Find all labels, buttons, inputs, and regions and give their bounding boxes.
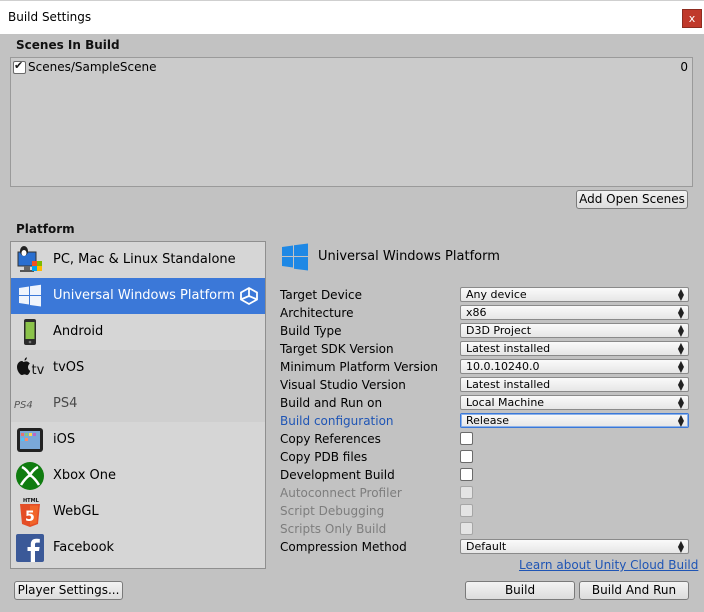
dropdown-arrows-icon: ▲ ▼ <box>677 305 684 320</box>
development-build-checkbox[interactable] <box>460 468 473 481</box>
windows-icon <box>19 284 41 307</box>
player-settings-button[interactable]: Player Settings... <box>14 581 123 600</box>
min-platform-version-label: Minimum Platform Version <box>280 360 438 374</box>
dropdown-arrows-icon: ▲ ▼ <box>677 359 684 374</box>
tvos-icon: tv <box>17 357 45 378</box>
platform-item-ios[interactable]: iOS <box>11 422 265 458</box>
autoconnect-profiler-label: Autoconnect Profiler <box>280 486 402 500</box>
xbox-icon <box>16 462 44 490</box>
platform-label: PS4 <box>53 396 78 411</box>
platform-label: tvOS <box>53 360 85 375</box>
target-sdk-label: Target SDK Version <box>280 342 394 356</box>
target-sdk-dropdown[interactable]: Latest installed ▲ ▼ <box>460 341 689 356</box>
copy-references-checkbox[interactable] <box>460 432 473 445</box>
scene-row[interactable]: Scenes/SampleScene 0 <box>13 59 690 76</box>
autoconnect-profiler-checkbox <box>460 486 473 499</box>
platform-label: Facebook <box>53 540 115 555</box>
html5-icon: HTML 5 <box>20 498 40 527</box>
compression-method-dropdown[interactable]: Default ▲ ▼ <box>460 539 689 554</box>
platform-item-uwp[interactable]: Universal Windows Platform <box>11 278 265 314</box>
build-and-run-button[interactable]: Build And Run <box>579 581 689 600</box>
dropdown-arrows-icon: ▲ ▼ <box>677 395 684 410</box>
scripts-only-build-label: Scripts Only Build <box>280 522 387 536</box>
window-title: Build Settings <box>8 10 92 24</box>
script-debugging-label: Script Debugging <box>280 504 385 518</box>
platform-item-ps4[interactable]: PS4 PS4 <box>11 386 265 422</box>
visual-studio-version-dropdown[interactable]: Latest installed ▲ ▼ <box>460 377 689 392</box>
dropdown-arrows-icon: ▲ ▼ <box>677 341 684 356</box>
windows-icon <box>282 243 308 271</box>
platform-item-standalone[interactable]: PC, Mac & Linux Standalone <box>11 242 265 278</box>
unity-logo-icon <box>240 286 258 306</box>
ps4-icon: PS4 <box>14 400 33 411</box>
platform-label: WebGL <box>53 504 99 519</box>
platform-label: Xbox One <box>53 468 117 483</box>
tvos-mark: tv <box>32 363 45 378</box>
dropdown-arrows-icon: ▲ ▼ <box>677 287 684 302</box>
html5-mark: HTML <box>23 498 40 504</box>
compression-method-label: Compression Method <box>280 540 407 554</box>
build-button[interactable]: Build <box>465 581 575 600</box>
platform-item-android[interactable]: Android <box>11 314 265 350</box>
scene-index: 0 <box>680 60 688 74</box>
scenes-section-title: Scenes In Build <box>16 38 120 52</box>
script-debugging-checkbox <box>460 504 473 517</box>
platform-section-title: Platform <box>16 222 75 236</box>
target-device-dropdown[interactable]: Any device ▲ ▼ <box>460 287 689 302</box>
architecture-dropdown[interactable]: x86 ▲ ▼ <box>460 305 689 320</box>
dropdown-arrows-icon: ▲ ▼ <box>677 377 684 392</box>
android-icon <box>24 319 36 345</box>
platform-item-xbox[interactable]: Xbox One <box>11 458 265 494</box>
dropdown-arrows-icon: ▲ ▼ <box>677 413 684 428</box>
platform-label: iOS <box>53 432 76 447</box>
platform-item-facebook[interactable]: Facebook <box>11 530 265 566</box>
svg-text:5: 5 <box>25 509 35 525</box>
copy-pdb-files-label: Copy PDB files <box>280 450 368 464</box>
unity-cloud-build-link[interactable]: Learn about Unity Cloud Build <box>519 558 698 572</box>
visual-studio-version-label: Visual Studio Version <box>280 378 406 392</box>
scenes-list[interactable]: Scenes/SampleScene 0 <box>10 57 693 187</box>
build-configuration-dropdown[interactable]: Release ▲ ▼ <box>460 413 689 428</box>
add-open-scenes-button[interactable]: Add Open Scenes <box>576 190 688 209</box>
ps4-mark: PS4 <box>14 400 33 411</box>
standalone-icon <box>17 246 42 272</box>
dropdown-arrows-icon: ▲ ▼ <box>677 539 684 554</box>
target-device-label: Target Device <box>280 288 362 302</box>
min-platform-version-dropdown[interactable]: 10.0.10240.0 ▲ ▼ <box>460 359 689 374</box>
build-type-dropdown[interactable]: D3D Project ▲ ▼ <box>460 323 689 338</box>
architecture-label: Architecture <box>280 306 354 320</box>
build-and-run-on-label: Build and Run on <box>280 396 383 410</box>
platform-list[interactable]: PC, Mac & Linux Standalone Universal Win… <box>10 241 266 569</box>
close-button[interactable]: x <box>682 9 702 28</box>
build-configuration-label: Build configuration <box>280 414 394 428</box>
platform-item-webgl[interactable]: HTML 5 WebGL <box>11 494 265 530</box>
platform-item-tvos[interactable]: tv tvOS <box>11 350 265 386</box>
title-bar: Build Settings x <box>0 0 704 34</box>
development-build-label: Development Build <box>280 468 395 482</box>
dropdown-arrows-icon: ▲ ▼ <box>677 323 684 338</box>
scene-include-checkbox[interactable] <box>13 59 26 74</box>
build-type-label: Build Type <box>280 324 342 338</box>
build-and-run-on-dropdown[interactable]: Local Machine ▲ ▼ <box>460 395 689 410</box>
scripts-only-build-checkbox <box>460 522 473 535</box>
copy-references-label: Copy References <box>280 432 381 446</box>
platform-settings-title: Universal Windows Platform <box>318 249 500 264</box>
platform-label: PC, Mac & Linux Standalone <box>53 252 236 267</box>
scene-name: Scenes/SampleScene <box>28 60 157 74</box>
copy-pdb-files-checkbox[interactable] <box>460 450 473 463</box>
platform-label: Android <box>53 324 104 339</box>
platform-label: Universal Windows Platform <box>53 288 235 303</box>
ios-icon <box>17 428 43 452</box>
facebook-icon <box>16 534 44 562</box>
